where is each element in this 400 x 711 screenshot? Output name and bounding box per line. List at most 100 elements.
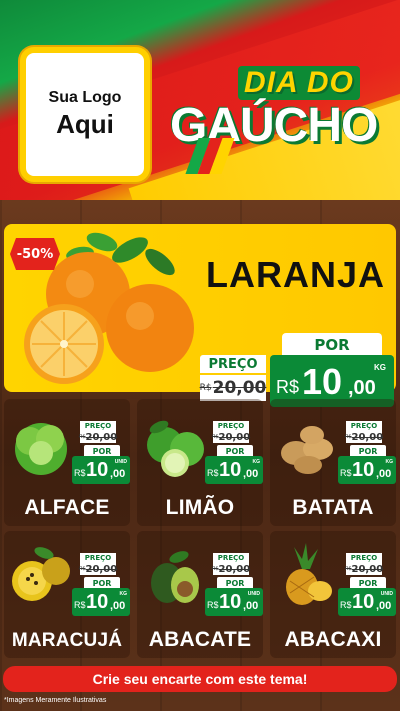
pineapple-icon [286,543,332,605]
preco-label: PREÇO [346,421,382,431]
currency: R$ [276,377,300,397]
price-unit: KG [252,459,261,465]
featured-name: LARANJA [206,254,386,295]
price-dec: ,00 [376,468,392,480]
old-price: R$ 20,00 [344,431,384,443]
preco-label: PREÇO [80,421,116,431]
price-int: 10 [352,459,375,481]
product-price: PREÇO R$ 20,00 POR R$ 10 ,00 UNID [205,553,265,619]
product-card-abacate[interactable]: PREÇO R$ 20,00 POR R$ 10 ,00 UNID ABACATE [137,531,263,658]
por-label: POR [282,333,382,357]
old-price: R$ 20,00 [200,375,266,401]
price-unit: KG [374,363,386,372]
product-name: BATATA [292,496,374,519]
price-dec: ,00 [243,468,259,480]
currency: R$ [207,468,219,478]
product-price: PREÇO R$ 20,00 POR R$ 10 ,00 UNID [72,421,132,487]
rs-flag-icon [185,138,235,174]
title-top: DIA DO [238,66,360,100]
price-int: 10 [86,591,109,613]
product-price: PREÇO R$ 20,00 POR R$ 10 ,00 UNID [338,553,398,619]
product-name: ALFACE [24,496,110,519]
old-currency: R$ [78,434,86,440]
old-currency: R$ [78,566,86,572]
price-int: 10 [219,459,242,481]
product-card-batata[interactable]: PREÇO R$ 20,00 POR R$ 10 ,00 KG BATATA [270,399,396,526]
preco-label: PREÇO [80,553,116,563]
currency: R$ [207,600,219,610]
old-price: R$ 20,00 [344,563,384,575]
price-unit: UNID [247,591,260,597]
price-int: 10 [302,361,343,402]
lime-icon [147,420,204,477]
product-card-maracuja[interactable]: PREÇO R$ 20,00 POR R$ 10 ,00 KG MARACUJÁ [4,531,130,658]
logo-line2: Aqui [56,109,114,139]
price-unit: KG [385,459,394,465]
logo-placeholder[interactable]: Sua Logo Aqui [20,47,150,182]
new-price: R$ 10 ,00 KG [205,456,263,484]
avocado-icon [151,551,199,603]
product-name: LIMÃO [165,496,235,519]
old-currency: R$ [211,434,219,440]
featured-product[interactable]: -50% LARANJA POR PREÇO R$ 20,00 R$ 10 ,0… [4,224,396,407]
preco-label: PREÇO [213,421,249,431]
product-price: PREÇO R$ 20,00 POR R$ 10 ,00 KG [338,421,398,487]
old-price: R$ 20,00 [78,563,118,575]
event-title: DIA DO GAÚCHO [170,60,390,174]
new-price: R$ 10 ,00 UNID [338,588,396,616]
old-value: 20,00 [85,431,118,443]
preco-label: PREÇO [346,553,382,563]
product-card-alface[interactable]: PREÇO R$ 20,00 POR R$ 10 ,00 UNID ALFACE [4,399,130,526]
price-dec: ,00 [110,600,126,612]
cta-banner[interactable]: Crie seu encarte com este tema! [3,666,397,692]
price-int: 10 [352,591,375,613]
old-value: 20,00 [351,563,384,575]
currency: R$ [74,600,86,610]
price-unit: KG [119,591,128,597]
old-value: 20,00 [212,378,267,398]
old-currency: R$ [344,566,352,572]
old-currency: R$ [199,383,212,393]
price-dec: ,00 [376,600,392,612]
product-price: PREÇO R$ 20,00 POR R$ 10 ,00 KG [205,421,265,487]
product-name: ABACAXI [284,628,382,651]
old-currency: R$ [344,434,352,440]
old-value: 20,00 [218,563,251,575]
currency: R$ [340,600,352,610]
product-card-abacaxi[interactable]: PREÇO R$ 20,00 POR R$ 10 ,00 UNID ABACAXI [270,531,396,658]
product-name: ABACATE [148,628,252,651]
new-price: R$ 10 ,00 KG [338,456,396,484]
old-value: 20,00 [85,563,118,575]
disclaimer: *Imagens Meramente Ilustrativas [4,697,107,704]
price-int: 10 [86,459,109,481]
preco-label: PREÇO [200,355,266,373]
currency: R$ [74,468,86,478]
currency: R$ [340,468,352,478]
price-unit: UNID [380,591,393,597]
preco-label: PREÇO [213,553,249,563]
featured-price: POR PREÇO R$ 20,00 R$ 10 ,00 KG [200,331,394,407]
logo-line1: Sua Logo [48,89,122,106]
price-dec: ,00 [348,377,376,399]
old-price: R$ 20,00 [78,431,118,443]
potato-icon [281,426,333,474]
price-dec: ,00 [243,600,259,612]
product-name: MARACUJÁ [11,630,123,651]
old-price: R$ 20,00 [211,431,251,443]
price-int: 10 [219,591,242,613]
price-unit: UNID [114,459,127,465]
lettuce-icon [15,423,67,475]
old-price: R$ 20,00 [211,563,251,575]
new-price: R$ 10 ,00 KG [72,588,130,616]
new-price: R$ 10 ,00 UNID [72,456,130,484]
price-dec: ,00 [110,468,126,480]
old-value: 20,00 [351,431,384,443]
old-value: 20,00 [218,431,251,443]
passionfruit-icon [12,547,70,601]
header-banner: Sua Logo Aqui DIA DO GAÚCHO [0,0,400,200]
old-currency: R$ [211,566,219,572]
product-price: PREÇO R$ 20,00 POR R$ 10 ,00 KG [72,553,132,619]
wood-board: -50% LARANJA POR PREÇO R$ 20,00 R$ 10 ,0… [0,200,400,711]
discount-badge: -50% [10,238,60,270]
product-card-limao[interactable]: PREÇO R$ 20,00 POR R$ 10 ,00 KG LIMÃO [137,399,263,526]
